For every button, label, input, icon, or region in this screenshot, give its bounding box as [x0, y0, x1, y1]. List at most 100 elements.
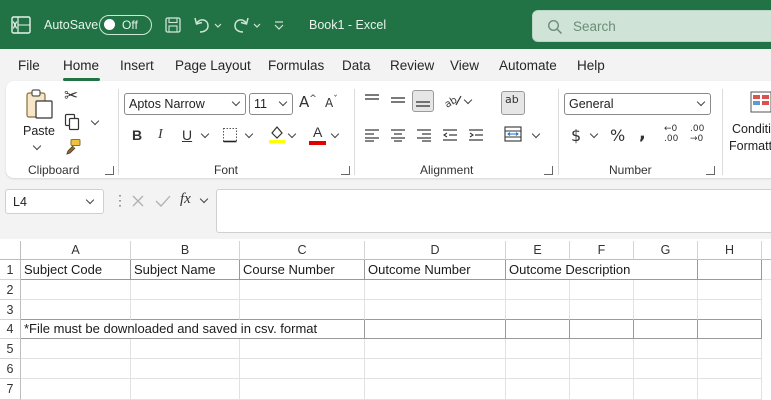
cell-b2[interactable] [131, 280, 240, 300]
cell-e7[interactable] [506, 379, 570, 400]
decrease-decimal-icon[interactable]: .00 →0 [690, 124, 704, 144]
orientation-icon[interactable]: ab [443, 91, 463, 109]
copy-dropdown-icon[interactable] [90, 116, 100, 126]
increase-decimal-icon[interactable]: ←0.00 [664, 124, 678, 144]
enter-icon[interactable] [155, 194, 171, 208]
cell-b1[interactable]: Subject Name [131, 260, 240, 280]
column-header-i[interactable] [762, 241, 771, 260]
cell-b6[interactable] [131, 359, 240, 379]
customize-toolbar-icon[interactable] [272, 15, 286, 35]
row-header-6[interactable]: 6 [0, 359, 21, 379]
column-header-c[interactable]: C [240, 241, 365, 260]
row-header-2[interactable]: 2 [0, 280, 21, 300]
align-left-icon[interactable] [364, 128, 380, 142]
conditional-formatting-icon[interactable] [750, 90, 771, 114]
cell-h5[interactable] [698, 339, 762, 359]
cell-g3[interactable] [634, 300, 698, 320]
currency-dropdown-icon[interactable] [589, 129, 599, 139]
paste-label[interactable]: Paste [23, 124, 55, 138]
copy-icon[interactable] [64, 113, 80, 131]
align-right-icon[interactable] [416, 128, 432, 142]
cell-d2[interactable] [365, 280, 506, 300]
function-dropdown-icon[interactable] [199, 194, 209, 204]
format-painter-icon[interactable] [64, 138, 82, 156]
row-header-7[interactable]: 7 [0, 379, 21, 400]
alignment-launcher-icon[interactable] [544, 166, 553, 175]
row-header-4[interactable]: 4 [0, 320, 21, 339]
cell-c3[interactable] [240, 300, 365, 320]
cell-a3[interactable] [21, 300, 131, 320]
tab-review[interactable]: Review [390, 58, 434, 73]
percent-icon[interactable]: % [610, 126, 625, 145]
row-header-3[interactable]: 3 [0, 300, 21, 320]
bold-icon[interactable]: B [132, 127, 142, 143]
tab-page-layout[interactable]: Page Layout [175, 58, 251, 73]
number-format-dropdown[interactable]: General [564, 93, 711, 115]
tab-data[interactable]: Data [342, 58, 371, 73]
save-icon[interactable] [164, 15, 182, 35]
cell-c1[interactable]: Course Number [240, 260, 365, 280]
cell-e2[interactable] [506, 280, 570, 300]
decrease-indent-icon[interactable] [442, 128, 458, 142]
cell-a4[interactable]: *File must be downloaded and saved in cs… [21, 320, 365, 339]
comma-style-icon[interactable]: , [639, 123, 646, 144]
cell-f2[interactable] [570, 280, 634, 300]
cell-g7[interactable] [634, 379, 698, 400]
align-center-icon[interactable] [390, 128, 406, 142]
cell-h6[interactable] [698, 359, 762, 379]
cell-e1[interactable]: Outcome Description [506, 260, 698, 280]
cell-h4[interactable] [698, 320, 762, 339]
fill-color-icon[interactable] [268, 124, 286, 144]
cell-h2[interactable] [698, 280, 762, 300]
cell-d6[interactable] [365, 359, 506, 379]
borders-icon[interactable] [222, 127, 238, 143]
search-box[interactable]: Search [532, 10, 771, 42]
autosave-toggle[interactable]: Off [99, 15, 152, 35]
cell-g4[interactable] [634, 320, 698, 339]
row-header-5[interactable]: 5 [0, 339, 21, 359]
cell-f5[interactable] [570, 339, 634, 359]
cell-a6[interactable] [21, 359, 131, 379]
font-name-dropdown[interactable]: Aptos Narrow [124, 93, 246, 115]
merge-dropdown-icon[interactable] [531, 129, 541, 139]
cell-d3[interactable] [365, 300, 506, 320]
font-size-dropdown[interactable]: 11 [249, 93, 293, 115]
cell-d1[interactable]: Outcome Number [365, 260, 506, 280]
tab-automate[interactable]: Automate [499, 58, 557, 73]
undo-dropdown-icon[interactable] [213, 15, 223, 35]
font-color-icon[interactable]: A [313, 124, 322, 140]
cell-c5[interactable] [240, 339, 365, 359]
fill-color-dropdown-icon[interactable] [287, 129, 297, 139]
redo-icon[interactable] [231, 15, 251, 35]
tab-insert[interactable]: Insert [120, 58, 154, 73]
undo-icon[interactable] [192, 15, 212, 35]
cancel-icon[interactable] [131, 194, 145, 208]
underline-icon[interactable]: U [182, 127, 192, 143]
cell-c6[interactable] [240, 359, 365, 379]
row-header-1[interactable]: 1 [0, 260, 21, 280]
cell-f3[interactable] [570, 300, 634, 320]
top-align-icon[interactable] [364, 93, 380, 107]
orientation-dropdown-icon[interactable] [463, 95, 473, 105]
cell-d4[interactable] [365, 320, 506, 339]
cell-e3[interactable] [506, 300, 570, 320]
redo-dropdown-icon[interactable] [252, 15, 262, 35]
cell-f7[interactable] [570, 379, 634, 400]
cell-a7[interactable] [21, 379, 131, 400]
cell-g5[interactable] [634, 339, 698, 359]
conditional-formatting-label-1[interactable]: Conditi [732, 122, 771, 136]
cell-d7[interactable] [365, 379, 506, 400]
select-all-corner[interactable] [0, 241, 21, 260]
currency-icon[interactable]: $ [571, 126, 581, 145]
cell-h1[interactable] [698, 260, 762, 280]
cell-f6[interactable] [570, 359, 634, 379]
cell-c2[interactable] [240, 280, 365, 300]
increase-indent-icon[interactable] [468, 128, 484, 142]
italic-icon[interactable]: I [158, 127, 163, 143]
decrease-font-size-icon[interactable]: Aˇ [325, 95, 338, 110]
cell-b7[interactable] [131, 379, 240, 400]
font-launcher-icon[interactable] [341, 166, 350, 175]
conditional-formatting-label-2[interactable]: Formatt [729, 139, 771, 153]
merge-center-icon[interactable] [504, 126, 522, 142]
clipboard-launcher-icon[interactable] [105, 166, 114, 175]
